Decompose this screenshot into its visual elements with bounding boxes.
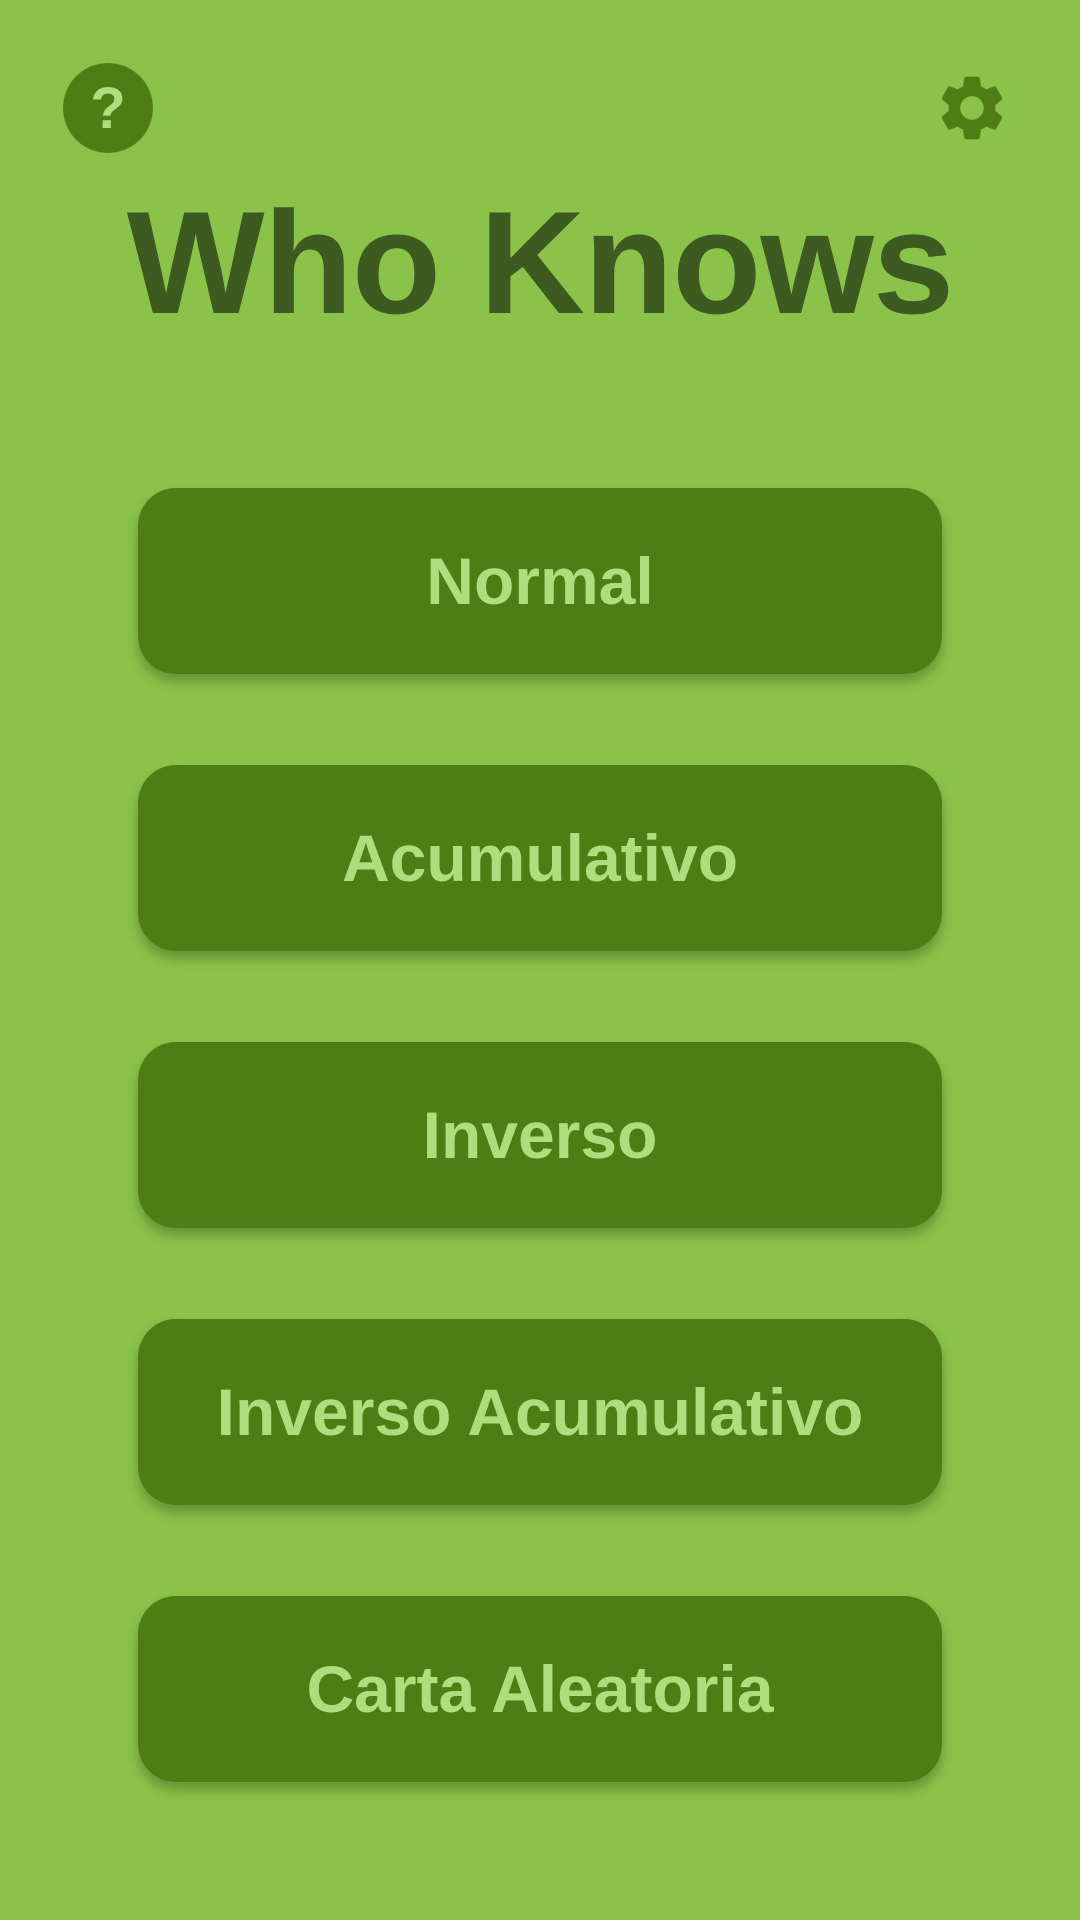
mode-carta-aleatoria-label: Carta Aleatoria bbox=[306, 1652, 774, 1726]
help-icon: ? bbox=[90, 76, 126, 141]
mode-inverso-acumulativo-button[interactable]: Inverso Acumulativo bbox=[138, 1319, 942, 1505]
mode-menu: Normal Acumulativo Inverso Inverso Acumu… bbox=[138, 488, 942, 1873]
app-title: Who Knows bbox=[126, 181, 954, 344]
mode-inverso-label: Inverso bbox=[422, 1098, 658, 1172]
gear-icon bbox=[941, 76, 1003, 140]
mode-acumulativo-label: Acumulativo bbox=[341, 821, 739, 895]
settings-button[interactable] bbox=[933, 69, 1011, 147]
mode-normal-button[interactable]: Normal bbox=[138, 488, 942, 674]
mode-inverso-acumulativo-label: Inverso Acumulativo bbox=[216, 1375, 864, 1449]
mode-inverso-button[interactable]: Inverso bbox=[138, 1042, 942, 1228]
help-button[interactable]: ? bbox=[63, 63, 153, 153]
mode-normal-label: Normal bbox=[426, 544, 654, 618]
mode-acumulativo-button[interactable]: Acumulativo bbox=[138, 765, 942, 951]
mode-carta-aleatoria-button[interactable]: Carta Aleatoria bbox=[138, 1596, 942, 1782]
